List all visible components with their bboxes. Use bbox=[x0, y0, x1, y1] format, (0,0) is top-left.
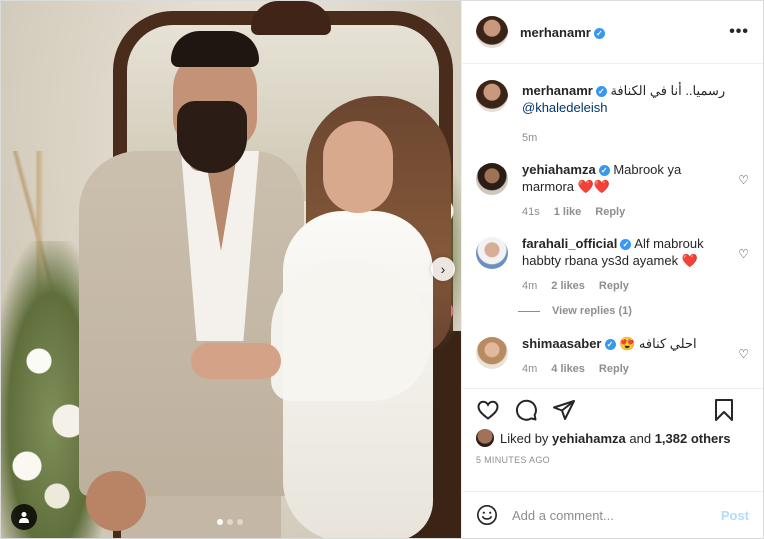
reply-button[interactable]: Reply bbox=[599, 361, 629, 378]
caption-time[interactable]: 5m bbox=[522, 130, 537, 147]
post-button[interactable]: Post bbox=[721, 508, 749, 523]
avatar[interactable] bbox=[476, 237, 508, 269]
likes-user[interactable]: yehiahamza bbox=[552, 431, 626, 446]
verified-icon: ✓ bbox=[595, 86, 607, 98]
comments-list: merhanamr ✓ رسميا.. أنا في الكنافة @khale… bbox=[462, 64, 763, 388]
carousel-indicator bbox=[217, 519, 243, 525]
carousel-dot bbox=[227, 519, 233, 525]
caption: merhanamr ✓ رسميا.. أنا في الكنافة @khale… bbox=[476, 78, 749, 147]
likes-prefix: Liked by bbox=[500, 430, 549, 446]
avatar[interactable] bbox=[476, 337, 508, 369]
verified-icon: ✓ bbox=[598, 165, 610, 177]
likes-others[interactable]: 1,382 others bbox=[655, 431, 731, 446]
likes-and: and bbox=[629, 430, 652, 446]
avatar[interactable] bbox=[476, 80, 508, 112]
comment-likes[interactable]: 2 likes bbox=[551, 278, 585, 295]
add-comment-bar: Post bbox=[462, 491, 763, 538]
avatar bbox=[476, 429, 494, 447]
emoji-icon[interactable] bbox=[476, 504, 498, 526]
photo-man-hand bbox=[86, 471, 146, 531]
post-photo[interactable]: › bbox=[1, 1, 461, 538]
photo-woman-face bbox=[323, 121, 393, 213]
post-actions: Liked by yehiahamza and 1,382 others 5 m… bbox=[462, 388, 763, 491]
carousel-next-button[interactable]: › bbox=[431, 257, 455, 281]
caption-author[interactable]: merhanamr bbox=[522, 83, 593, 98]
comment-icon[interactable] bbox=[514, 398, 538, 422]
comment-author[interactable]: yehiahamza bbox=[522, 162, 596, 177]
caption-mention[interactable]: @khaledeleish bbox=[522, 100, 607, 115]
comment-time[interactable]: 4m bbox=[522, 278, 537, 295]
heart-icon[interactable]: ♡ bbox=[738, 173, 749, 187]
carousel-dot bbox=[217, 519, 223, 525]
likes-summary[interactable]: Liked by yehiahamza and 1,382 others bbox=[476, 429, 749, 447]
more-icon[interactable]: ••• bbox=[729, 23, 749, 41]
view-replies-label[interactable]: View replies (1) bbox=[552, 305, 632, 317]
comment-author[interactable]: farahali_official bbox=[522, 236, 617, 251]
verified-icon: ✓ bbox=[604, 339, 616, 351]
heart-icon[interactable] bbox=[476, 398, 500, 422]
reply-button[interactable]: Reply bbox=[595, 204, 625, 221]
tagged-users-button[interactable] bbox=[11, 504, 37, 530]
comment-text: احلي كنافه 😍 bbox=[619, 336, 697, 351]
comment-item: shimaasaber ✓ احلي كنافه 😍 4m 4 likes Rep… bbox=[476, 335, 749, 378]
comment-item: yehiahamza ✓ Mabrook ya marmora ❤️❤️ 41s … bbox=[476, 161, 749, 221]
post-header: merhanamr ✓ ••• bbox=[462, 1, 763, 64]
heart-icon[interactable]: ♡ bbox=[738, 247, 749, 261]
comment-input[interactable] bbox=[512, 507, 721, 523]
photo-man-hair bbox=[171, 31, 259, 67]
user-tag-icon bbox=[19, 512, 29, 523]
comment-author[interactable]: shimaasaber bbox=[522, 336, 602, 351]
photo-mirror-crest bbox=[251, 1, 331, 35]
post-details-panel: merhanamr ✓ ••• merhanamr ✓ رسميا.. أنا في… bbox=[461, 1, 763, 538]
post-author[interactable]: merhanamr ✓ bbox=[520, 25, 729, 40]
reply-button[interactable]: Reply bbox=[599, 278, 629, 295]
carousel-dot bbox=[237, 519, 243, 525]
photo-man-beard bbox=[177, 101, 247, 173]
heart-icon[interactable]: ♡ bbox=[738, 347, 749, 361]
chevron-right-icon: › bbox=[440, 261, 446, 277]
post-author-name[interactable]: merhanamr bbox=[520, 25, 591, 40]
comment-item: farahali_official ✓ Alf mabrouk habbty rb… bbox=[476, 235, 749, 295]
verified-icon: ✓ bbox=[620, 239, 632, 251]
verified-icon: ✓ bbox=[593, 27, 605, 39]
comment-time[interactable]: 41s bbox=[522, 204, 540, 221]
view-replies-button[interactable]: View replies (1) bbox=[518, 305, 749, 317]
caption-text: رسميا.. أنا في الكنافة bbox=[610, 83, 726, 98]
action-bar bbox=[476, 395, 749, 425]
avatar[interactable] bbox=[476, 163, 508, 195]
comment-likes[interactable]: 1 like bbox=[554, 204, 582, 221]
share-icon[interactable] bbox=[552, 398, 576, 422]
divider bbox=[518, 310, 540, 312]
bookmark-icon[interactable] bbox=[713, 398, 735, 422]
avatar[interactable] bbox=[476, 16, 508, 48]
comment-likes[interactable]: 4 likes bbox=[551, 361, 585, 378]
post-modal: › merhanamr ✓ ••• merhanamr ✓ رسميا.. أن… bbox=[0, 0, 764, 539]
photo-woman-hand bbox=[191, 343, 281, 379]
post-timestamp[interactable]: 5 minutes ago bbox=[476, 455, 749, 465]
comment-time[interactable]: 4m bbox=[522, 361, 537, 378]
